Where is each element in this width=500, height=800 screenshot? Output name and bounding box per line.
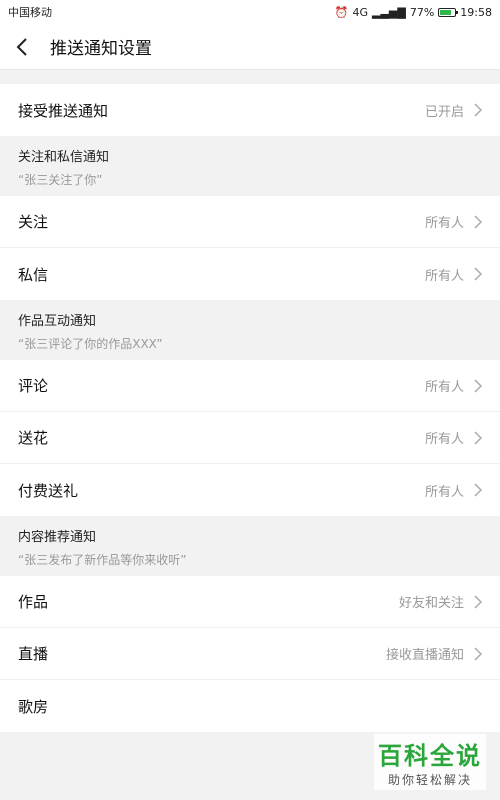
section-title: 内容推荐通知 (18, 530, 97, 545)
section-follow-message: 关注和私信通知 “张三关注了你” (0, 136, 500, 196)
alarm-icon: ⏰ (334, 5, 349, 19)
section-subtitle: “张三发布了新作品等你来收听” (18, 553, 187, 567)
chevron-right-icon (474, 594, 482, 609)
watermark-logo: 百科全说 助你轻松解决 (374, 734, 486, 790)
row-comment[interactable]: 评论 所有人 (0, 360, 500, 412)
section-title: 关注和私信通知 (18, 150, 110, 165)
chevron-right-icon (474, 483, 482, 497)
nav-header: 推送通知设置 (0, 24, 500, 70)
row-value: 所有人 (424, 432, 464, 447)
accept-push-label: 接受推送通知 (18, 101, 109, 120)
accept-push-row[interactable]: 接受推送通知 已开启 (0, 84, 500, 136)
row-label: 付费送礼 (18, 481, 79, 500)
chevron-right-icon (474, 378, 482, 393)
row-value: 接收直播通知 (385, 648, 464, 663)
row-label: 歌房 (18, 697, 49, 716)
row-value: 好友和关注 (398, 596, 464, 611)
clock-time: 19:58 (460, 5, 492, 19)
section-subtitle: “张三关注了你” (18, 173, 103, 187)
back-button[interactable] (0, 24, 44, 70)
chevron-right-icon (474, 214, 482, 229)
row-follow[interactable]: 关注 所有人 (0, 196, 500, 248)
row-value: 所有人 (424, 268, 464, 284)
chevron-right-icon (474, 646, 482, 661)
row-live[interactable]: 直播 接收直播通知 (0, 628, 500, 680)
network-label: 4G (352, 5, 368, 19)
battery-percent: 77% (409, 5, 435, 19)
row-paid-gift[interactable]: 付费送礼 所有人 (0, 464, 500, 516)
row-label: 作品 (18, 593, 49, 611)
chevron-left-icon (16, 37, 27, 56)
section-title: 作品互动通知 (18, 314, 97, 329)
row-value: 所有人 (424, 380, 464, 395)
section-subtitle: “张三评论了你的作品XXX” (18, 337, 163, 351)
watermark-main: 百科全说 (378, 742, 482, 770)
status-icons: ⏰ 4G ▂▃▅▇ 77% 19:58 (335, 6, 492, 19)
status-bar: 中国移动 ⏰ 4G ▂▃▅▇ 77% 19:58 (0, 0, 500, 24)
row-label: 直播 (18, 645, 49, 663)
row-private-message[interactable]: 私信 所有人 (0, 248, 500, 300)
page-title: 推送通知设置 (50, 39, 152, 59)
watermark-sub: 助你轻松解决 (387, 773, 472, 787)
row-value: 所有人 (424, 216, 464, 231)
section-content-recommend: 内容推荐通知 “张三发布了新作品等你来收听” (0, 516, 500, 576)
signal-icon: ▂▃▅▇ (372, 5, 406, 19)
chevron-right-icon (474, 267, 482, 281)
section-work-interaction: 作品互动通知 “张三评论了你的作品XXX” (0, 300, 500, 360)
battery-icon (438, 7, 459, 17)
chevron-right-icon (474, 430, 482, 445)
row-flowers[interactable]: 送花 所有人 (0, 412, 500, 464)
row-label: 评论 (18, 377, 49, 395)
row-label: 私信 (18, 265, 49, 284)
accept-push-value: 已开启 (424, 104, 464, 120)
chevron-right-icon (474, 103, 482, 117)
carrier-label: 中国移动 (8, 6, 52, 19)
row-song-room[interactable]: 歌房 (0, 680, 500, 732)
row-value: 所有人 (424, 484, 464, 500)
row-label: 关注 (18, 213, 49, 231)
row-works[interactable]: 作品 好友和关注 (0, 576, 500, 628)
row-label: 送花 (18, 429, 49, 447)
